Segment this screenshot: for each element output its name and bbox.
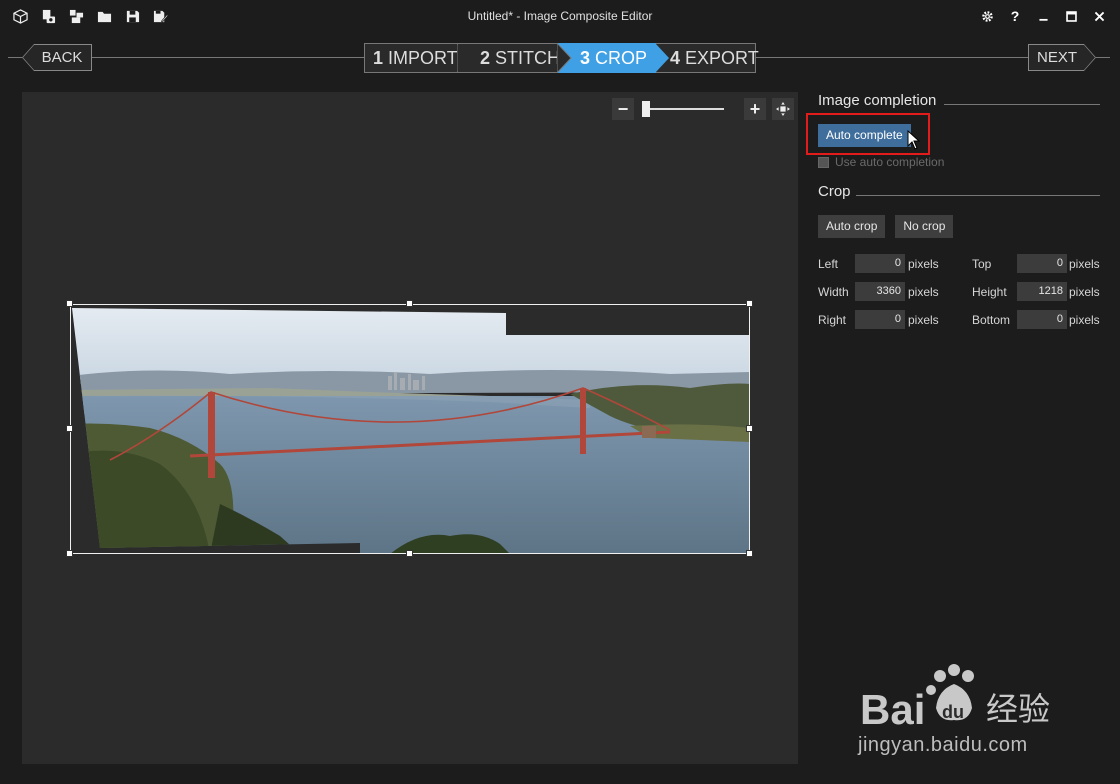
step-label: EXPORT — [685, 47, 759, 68]
baidu-jingyan-watermark: Bai du 经验 jingyan.baidu.com — [858, 664, 1064, 768]
bottom-label: Bottom — [972, 313, 1011, 327]
crop-handle-bottom-left[interactable] — [66, 550, 73, 557]
bottom-input[interactable]: 0 — [1017, 310, 1067, 329]
height-input[interactable]: 1218 — [1017, 282, 1067, 301]
next-button[interactable]: NEXT — [1028, 44, 1096, 71]
section-rule — [944, 104, 1100, 105]
width-label: Width — [818, 285, 849, 299]
svg-text:du: du — [942, 702, 964, 722]
right-label: Right — [818, 313, 847, 327]
window-controls: ? — [980, 8, 1106, 24]
mouse-cursor-icon — [907, 130, 921, 150]
help-button[interactable]: ? — [1008, 8, 1022, 24]
crop-handle-bottom-right[interactable] — [746, 550, 753, 557]
crop-handle-top-left[interactable] — [66, 300, 73, 307]
window-title: Untitled* - Image Composite Editor — [467, 9, 653, 23]
minimize-icon[interactable] — [1036, 8, 1050, 24]
nav-divider-left — [92, 57, 364, 58]
zoom-slider-thumb[interactable] — [642, 101, 651, 117]
nav-divider-edge-right — [1096, 57, 1110, 58]
step-crop[interactable]: 3 CROP — [558, 43, 669, 73]
top-unit: pixels — [1069, 257, 1100, 271]
svg-text:经验: 经验 — [986, 690, 1050, 728]
panorama-preview — [66, 300, 753, 557]
crop-settings-panel: Image completion Auto complete Use auto … — [806, 92, 1100, 329]
zoom-in-button[interactable]: + — [744, 98, 766, 120]
right-input[interactable]: 0 — [855, 310, 905, 329]
top-input[interactable]: 0 — [1017, 254, 1067, 273]
zoom-out-button[interactable]: − — [612, 98, 634, 120]
step-export[interactable]: 4 EXPORT — [656, 43, 759, 73]
crop-handle-right[interactable] — [746, 425, 753, 432]
right-field-row: Right 0 pixels Bottom 0 pixels — [818, 310, 1100, 330]
step-number: 3 — [580, 47, 591, 68]
left-field-row: Left 0 pixels Top 0 pixels — [818, 254, 1100, 274]
use-auto-completion-label: Use auto completion — [835, 155, 945, 169]
bottom-unit: pixels — [1069, 313, 1100, 327]
left-unit: pixels — [908, 257, 939, 271]
step-number: 1 — [373, 47, 384, 68]
title-bar: Untitled* - Image Composite Editor ? — [0, 0, 1120, 34]
width-input[interactable]: 3360 — [855, 282, 905, 301]
zoom-slider-track[interactable] — [644, 108, 724, 110]
step-label: IMPORT — [388, 47, 458, 68]
crop-title: Crop — [818, 183, 851, 200]
step-label: CROP — [595, 47, 648, 68]
crop-handle-bottom[interactable] — [406, 550, 413, 557]
step-label: STITCH — [495, 47, 561, 68]
auto-crop-button[interactable]: Auto crop — [818, 215, 886, 238]
svg-text:Bai: Bai — [860, 686, 925, 733]
crop-frame[interactable] — [70, 304, 750, 554]
image-completion-title: Image completion — [818, 92, 937, 109]
step-number: 2 — [480, 47, 491, 68]
crop-handle-top-right[interactable] — [746, 300, 753, 307]
watermark-url: jingyan.baidu.com — [858, 734, 1028, 756]
section-rule — [856, 195, 1100, 196]
close-icon[interactable] — [1092, 8, 1106, 24]
step-stitch[interactable]: 2 STITCH — [458, 43, 572, 73]
workflow-steps: 1 IMPORT 2 STITCH 3 CROP 4 EXPORT — [364, 43, 759, 73]
preview-canvas[interactable]: − + — [22, 92, 798, 764]
no-crop-button[interactable]: No crop — [895, 215, 954, 238]
back-button[interactable]: BACK — [22, 44, 92, 71]
width-unit: pixels — [908, 285, 939, 299]
crop-handle-left[interactable] — [66, 425, 73, 432]
use-auto-completion-checkbox[interactable] — [818, 156, 829, 168]
top-label: Top — [972, 257, 992, 271]
zoom-controls: − + — [612, 98, 796, 120]
crop-section: Crop — [818, 183, 1100, 207]
crop-handle-top[interactable] — [406, 300, 413, 307]
step-import[interactable]: 1 IMPORT — [364, 43, 458, 73]
baidu-logo-icon: Bai du 经验 — [860, 664, 1050, 733]
next-label: NEXT — [1036, 49, 1077, 66]
height-label: Height — [972, 285, 1007, 299]
left-label: Left — [818, 257, 839, 271]
nav-divider-right — [756, 57, 1028, 58]
maximize-icon[interactable] — [1064, 8, 1078, 24]
settings-gear-icon[interactable] — [980, 8, 994, 24]
left-input[interactable]: 0 — [855, 254, 905, 273]
step-chevron — [557, 43, 572, 73]
fit-to-window-icon[interactable] — [772, 98, 794, 120]
nav-divider-edge-left — [8, 57, 22, 58]
right-unit: pixels — [908, 313, 939, 327]
use-auto-completion-row[interactable]: Use auto completion — [818, 155, 1100, 169]
height-unit: pixels — [1069, 285, 1100, 299]
width-field-row: Width 3360 pixels Height 1218 pixels — [818, 282, 1100, 302]
workflow-nav: BACK 1 IMPORT 2 STITCH 3 CROP 4 EXPORT N… — [0, 42, 1120, 74]
step-number: 4 — [670, 47, 681, 68]
back-label: BACK — [41, 49, 83, 66]
step-chevron — [655, 43, 669, 73]
